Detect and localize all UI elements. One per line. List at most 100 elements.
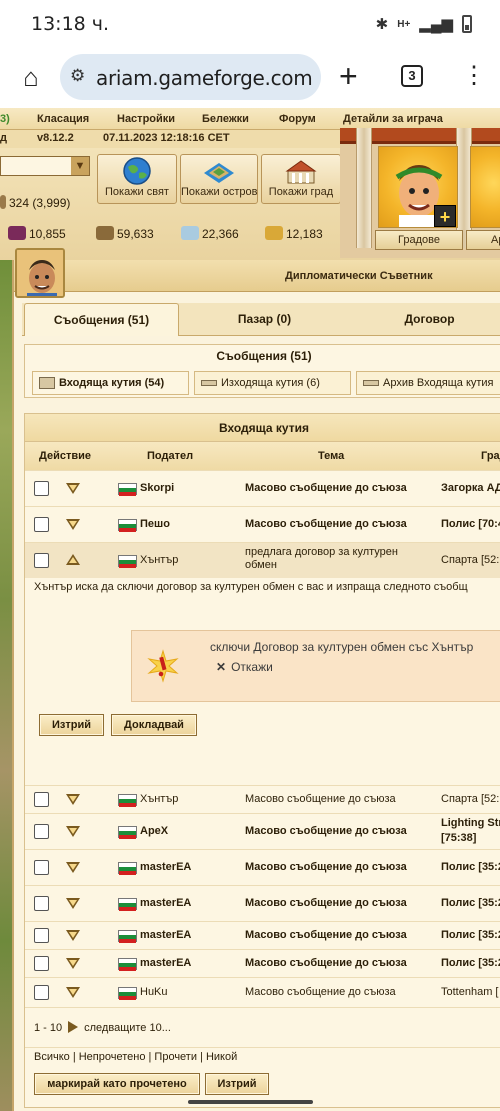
nav-notes[interactable]: Бележки	[202, 113, 249, 125]
row-checkbox[interactable]	[34, 928, 49, 943]
city[interactable]: Полис [35:2	[441, 861, 500, 873]
close-icon: ✕	[216, 660, 227, 674]
mark-read-button[interactable]: маркирай като прочетено	[34, 1073, 200, 1095]
sender[interactable]: masterEA	[140, 861, 191, 873]
row-checkbox[interactable]	[34, 481, 49, 496]
city[interactable]: Полис [35:2	[441, 957, 500, 969]
city[interactable]: Полис [35:2	[441, 929, 500, 941]
next-page-link[interactable]: следващите 10...	[84, 1022, 171, 1034]
subject[interactable]: Масово съобщение до съюза	[245, 793, 396, 805]
sender[interactable]: Хънтър	[140, 554, 178, 566]
city[interactable]: Загорка АД	[441, 482, 500, 494]
inbox-subtab[interactable]: Входяща кутия (54)	[32, 371, 189, 395]
second-advisor-button[interactable]: Ар	[466, 230, 500, 250]
tab-messages[interactable]: Съобщения (51)	[24, 303, 179, 336]
row-checkbox[interactable]	[34, 553, 49, 568]
table-row-expanded[interactable]: Хънтър предлага договор за културен обме…	[25, 542, 500, 578]
sender[interactable]: masterEA	[140, 897, 191, 909]
subject[interactable]: Масово съобщение до съюза	[245, 929, 407, 941]
tab-switcher-button[interactable]: 3	[401, 65, 423, 87]
accept-treaty-link[interactable]: сключи Договор за културен обмен със Хън…	[210, 640, 473, 654]
row-checkbox[interactable]	[34, 792, 49, 807]
expand-icon[interactable]	[66, 483, 80, 494]
city[interactable]: Спарта [52:	[441, 793, 499, 805]
city[interactable]: Tottenham [	[441, 986, 498, 998]
sender[interactable]: HuKu	[140, 986, 168, 998]
plus-icon[interactable]: +	[434, 205, 456, 227]
nav-player-details[interactable]: Детайли за играча	[343, 113, 443, 125]
show-world-button[interactable]: Покажи свят	[97, 154, 177, 204]
server-time: 07.11.2023 12:18:16 CET	[103, 132, 230, 144]
delete-selected-button[interactable]: Изтрий	[205, 1073, 269, 1095]
table-row[interactable]: masterEA Масово съобщение до съюза Полис…	[25, 921, 500, 949]
message-body: Хънтър иска да сключи договор за културе…	[34, 581, 468, 593]
collapse-icon[interactable]	[66, 554, 80, 565]
sender[interactable]: masterEA	[140, 929, 191, 941]
row-checkbox[interactable]	[34, 824, 49, 839]
report-message-button[interactable]: Докладвай	[111, 714, 197, 736]
col-subject: Тема	[318, 450, 345, 462]
select-links[interactable]: Всичко | Непрочетено | Прочети | Никой	[34, 1051, 237, 1063]
nav-settings[interactable]: Настройки	[117, 113, 175, 125]
sender[interactable]: Пешо	[140, 518, 170, 530]
tab-treaty[interactable]: Договор	[352, 303, 500, 336]
home-icon[interactable]: ⌂	[16, 62, 46, 92]
sulfur-resource: 12,183	[265, 226, 323, 241]
row-checkbox[interactable]	[34, 860, 49, 875]
row-checkbox[interactable]	[34, 517, 49, 532]
show-town-button[interactable]: Покажи град	[261, 154, 341, 204]
city[interactable]: Полис [70:4	[441, 518, 500, 530]
sender[interactable]: Skorpi	[140, 482, 174, 494]
city-select[interactable]: ▼	[0, 156, 90, 176]
archive-subtab[interactable]: Архив Входяща кутия	[356, 371, 500, 395]
subject[interactable]: Масово съобщение до съюза	[245, 482, 407, 494]
row-checkbox[interactable]	[34, 956, 49, 971]
table-row[interactable]: Пешо Масово съобщение до съюза Полис [70…	[25, 506, 500, 542]
expand-icon[interactable]	[66, 930, 80, 941]
subject[interactable]: Масово съобщение до съюза	[245, 986, 396, 998]
subject[interactable]: Масово съобщение до съюза	[245, 825, 407, 837]
city[interactable]: Полис [35:2	[441, 897, 500, 909]
expand-icon[interactable]	[66, 826, 80, 837]
table-row[interactable]: HuKu Масово съобщение до съюза Tottenham…	[25, 977, 500, 1007]
site-settings-icon[interactable]: ⚙	[70, 66, 85, 86]
table-row[interactable]: masterEA Масово съобщение до съюза Полис…	[25, 949, 500, 977]
nav-ranking[interactable]: Класация	[37, 113, 89, 125]
expand-icon[interactable]	[66, 987, 80, 998]
more-menu-icon[interactable]: ⋮	[462, 64, 486, 88]
delete-message-button[interactable]: Изтрий	[39, 714, 104, 736]
expand-icon[interactable]	[66, 898, 80, 909]
show-island-button[interactable]: Покажи остров	[180, 154, 258, 204]
expand-icon[interactable]	[66, 862, 80, 873]
table-row[interactable]: Хънтър Масово съобщение до съюза Спарта …	[25, 785, 500, 813]
tab-market[interactable]: Пазар (0)	[187, 303, 342, 336]
subject[interactable]: предлага договор за културен обмен	[245, 546, 415, 572]
subject[interactable]: Масово съобщение до съюза	[245, 897, 407, 909]
nav-forum[interactable]: Форум	[279, 113, 316, 125]
sender[interactable]: masterEA	[140, 957, 191, 969]
towns-button[interactable]: Градове	[375, 230, 463, 250]
table-row[interactable]: masterEA Масово съобщение до съюза Полис…	[25, 885, 500, 921]
table-row[interactable]: masterEA Масово съобщение до съюза Полис…	[25, 849, 500, 885]
expand-icon[interactable]	[66, 958, 80, 969]
row-checkbox[interactable]	[34, 896, 49, 911]
next-arrow-icon[interactable]	[68, 1021, 79, 1033]
expand-icon[interactable]	[66, 794, 80, 805]
table-row[interactable]: ApeX Масово съобщение до съюза Lighting …	[25, 813, 500, 849]
outbox-subtab[interactable]: Изходяща кутия (6)	[194, 371, 351, 395]
city[interactable]: Lighting Str	[441, 817, 500, 829]
city-coords[interactable]: [75:38]	[441, 832, 476, 844]
military-advisor-portrait[interactable]	[470, 146, 500, 228]
address-bar[interactable]: ⚙ ariam.gameforge.com	[60, 54, 321, 100]
expand-icon[interactable]	[66, 519, 80, 530]
row-checkbox[interactable]	[34, 985, 49, 1000]
new-tab-icon[interactable]: +	[339, 58, 358, 95]
table-row[interactable]: Skorpi Масово съобщение до съюза Загорка…	[25, 470, 500, 506]
decline-treaty-link[interactable]: ✕ Откажи	[216, 660, 273, 674]
subject[interactable]: Масово съобщение до съюза	[245, 518, 407, 530]
sender[interactable]: Хънтър	[140, 793, 178, 805]
sender[interactable]: ApeX	[140, 825, 168, 837]
city[interactable]: Спарта [52:	[441, 554, 499, 566]
subject[interactable]: Масово съобщение до съюза	[245, 861, 407, 873]
subject[interactable]: Масово съобщение до съюза	[245, 957, 407, 969]
